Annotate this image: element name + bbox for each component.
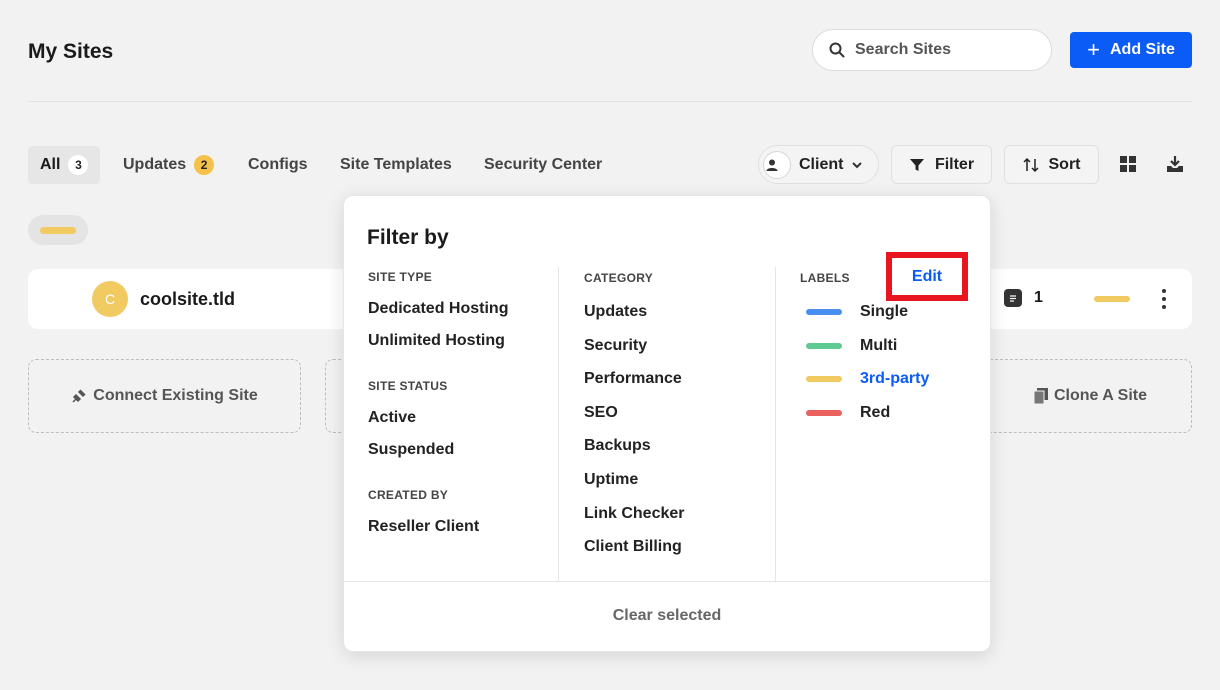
column-divider xyxy=(558,267,559,581)
page-title: My Sites xyxy=(28,40,114,63)
copy-icon xyxy=(1033,388,1048,404)
created-by-heading: CREATED BY xyxy=(368,488,449,502)
label-name: Red xyxy=(860,404,891,421)
tab-configs[interactable]: Configs xyxy=(248,146,308,184)
filter-icon xyxy=(909,158,924,171)
labels-heading: LABELS xyxy=(800,271,850,285)
filter-option-uptime[interactable]: Uptime xyxy=(584,471,638,489)
filter-option-active[interactable]: Active xyxy=(368,409,416,427)
label-option-3rd-party[interactable]: 3rd-party xyxy=(806,370,929,388)
filter-option-seo[interactable]: SEO xyxy=(584,404,618,422)
note-icon xyxy=(1004,289,1022,307)
filter-option-performance[interactable]: Performance xyxy=(584,370,682,388)
filter-button[interactable]: Filter xyxy=(891,145,992,184)
label-color-bar xyxy=(806,343,842,349)
clone-site-card[interactable]: Clone A Site xyxy=(980,359,1192,433)
connect-existing-site-card[interactable]: Connect Existing Site xyxy=(28,359,301,433)
filter-option-client-billing[interactable]: Client Billing xyxy=(584,538,682,556)
label-color-bar xyxy=(806,410,842,416)
tab-all[interactable]: All 3 xyxy=(28,146,101,184)
site-name[interactable]: coolsite.tld xyxy=(140,289,235,310)
add-site-button[interactable]: + Add Site xyxy=(1070,32,1192,68)
tab-updates-label: Updates xyxy=(123,156,187,173)
label-filter-pill[interactable] xyxy=(28,215,88,245)
filter-label: Filter xyxy=(934,155,975,173)
sort-icon xyxy=(1022,157,1039,172)
filter-title: Filter by xyxy=(367,226,449,249)
more-options-icon[interactable] xyxy=(1156,289,1172,309)
label-option-red[interactable]: Red xyxy=(806,404,890,422)
client-dropdown[interactable]: Client xyxy=(758,145,879,184)
site-notes-count: 1 xyxy=(1004,289,1043,307)
filter-option-security[interactable]: Security xyxy=(584,337,647,355)
filter-option-suspended[interactable]: Suspended xyxy=(368,441,454,459)
category-heading: CATEGORY xyxy=(584,271,654,285)
label-name: 3rd-party xyxy=(860,370,930,387)
filter-option-reseller-client[interactable]: Reseller Client xyxy=(368,518,479,536)
popover-footer-divider xyxy=(343,581,991,582)
header-divider xyxy=(28,101,1192,102)
label-color-bar xyxy=(806,376,842,382)
label-name: Single xyxy=(860,303,909,320)
tab-updates-count: 2 xyxy=(194,155,215,175)
connect-existing-site-label: Connect Existing Site xyxy=(93,387,258,404)
filter-option-dedicated-hosting[interactable]: Dedicated Hosting xyxy=(368,300,508,318)
edit-labels-link[interactable]: Edit xyxy=(912,268,942,286)
tab-updates[interactable]: Updates 2 xyxy=(123,146,215,184)
add-site-label: Add Site xyxy=(1109,41,1175,58)
label-option-multi[interactable]: Multi xyxy=(806,337,897,355)
edit-labels-highlight: Edit xyxy=(886,252,968,301)
search-box[interactable] xyxy=(812,29,1052,71)
filter-option-backups[interactable]: Backups xyxy=(584,437,651,455)
search-icon xyxy=(829,42,845,58)
download-icon[interactable] xyxy=(1163,152,1187,176)
sort-button[interactable]: Sort xyxy=(1004,145,1099,184)
client-label: Client xyxy=(799,155,844,173)
site-type-heading: SITE TYPE xyxy=(368,270,433,284)
chevron-down-icon xyxy=(852,161,863,168)
site-label-bar xyxy=(1094,296,1130,302)
column-divider xyxy=(775,267,776,581)
grid-view-icon[interactable] xyxy=(1116,152,1140,176)
filter-option-unlimited-hosting[interactable]: Unlimited Hosting xyxy=(368,332,505,350)
label-option-single[interactable]: Single xyxy=(806,303,908,321)
tab-site-templates[interactable]: Site Templates xyxy=(340,146,452,184)
tab-all-count: 3 xyxy=(68,155,89,175)
site-status-heading: SITE STATUS xyxy=(368,379,448,393)
label-name: Multi xyxy=(860,337,898,354)
tab-all-label: All xyxy=(40,156,61,173)
clear-selected-button[interactable]: Clear selected xyxy=(343,607,991,625)
label-color-bar xyxy=(40,226,76,234)
plug-icon xyxy=(72,389,86,403)
plus-icon: + xyxy=(1087,37,1100,62)
sort-label: Sort xyxy=(1048,155,1081,173)
label-color-bar xyxy=(806,309,842,315)
search-input[interactable] xyxy=(855,41,1035,59)
filter-option-link-checker[interactable]: Link Checker xyxy=(584,505,684,523)
tab-security-center[interactable]: Security Center xyxy=(484,146,602,184)
filter-option-updates[interactable]: Updates xyxy=(584,303,647,321)
user-icon xyxy=(763,150,791,179)
clone-site-label: Clone A Site xyxy=(1053,387,1148,404)
notes-count-value: 1 xyxy=(1034,289,1043,306)
site-avatar: C xyxy=(92,281,128,317)
